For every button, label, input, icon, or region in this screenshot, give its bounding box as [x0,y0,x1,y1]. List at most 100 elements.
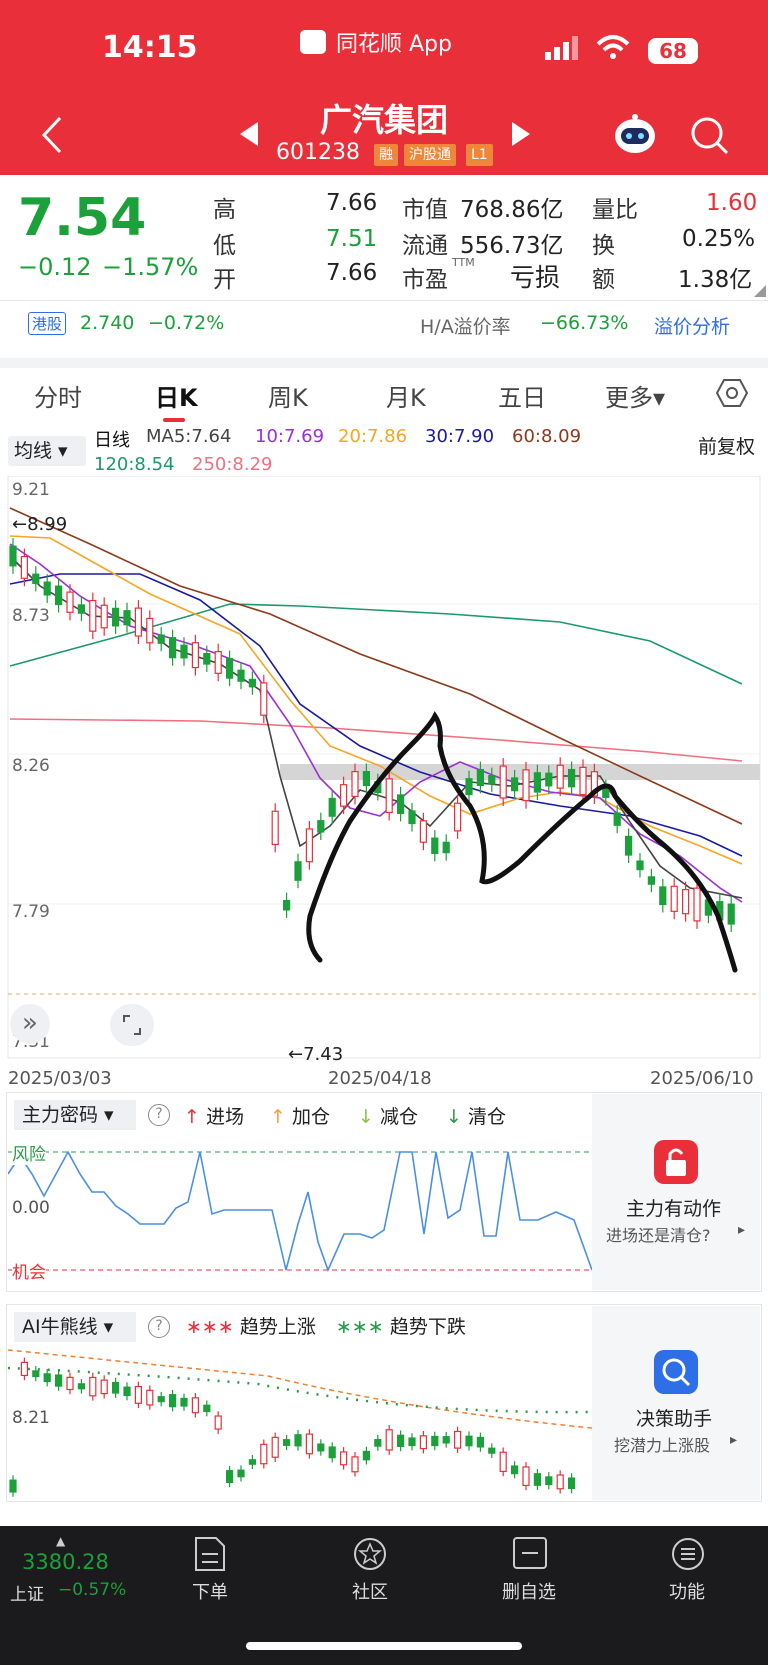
help-icon[interactable]: ? [148,1316,170,1338]
nav-functions[interactable]: 功能 [652,1578,722,1604]
candle-body [556,1474,564,1490]
signal-icon [545,36,579,64]
candle-body [476,1436,484,1448]
open-value: 7.66 [326,260,378,286]
candle-body [476,768,484,786]
candle-body [180,1397,188,1407]
amount-label: 额 [592,267,615,293]
tab-five-day[interactable]: 五日 [498,378,546,413]
tab-monthly-k[interactable]: 月K [386,378,426,413]
ma10-line [9,543,743,903]
arrow-up-icon: ↑ [270,1106,286,1128]
candle-body [431,837,439,854]
nav-remove-watchlist[interactable]: 删自选 [494,1578,564,1604]
chevron-right-icon: ▸ [738,1222,746,1238]
expand-corner-icon[interactable] [754,282,766,301]
tab-daily-k[interactable]: 日K [155,378,198,413]
nav-community[interactable]: 社区 [335,1578,405,1604]
legend-reduce: ↓ 减仓 [358,1102,418,1129]
community-icon[interactable] [352,1536,388,1576]
fullscreen-icon[interactable] [110,1004,154,1046]
main-force-card[interactable] [592,1094,760,1290]
candle-body [397,1434,405,1447]
candle-body [43,581,51,596]
candle-body [214,651,222,674]
candle-body [271,810,279,846]
candle-body [66,1376,74,1391]
candle-body [237,669,245,682]
indicator1-selector[interactable]: 主力密码 ▾ [14,1100,136,1130]
candle-body [522,1466,530,1487]
date-start: 2025/03/03 [8,1068,112,1089]
turnover-label: 换 [592,233,615,259]
candle-body [20,1361,28,1377]
premium-value: −66.73% [540,312,629,334]
candle-body [545,772,553,787]
tab-more[interactable]: 更多▾ [605,378,665,413]
candle-body [647,876,656,885]
zero-label: 0.00 [12,1198,50,1218]
index-pct: −0.57% [58,1580,127,1600]
candle-body [77,1383,86,1390]
index-value[interactable]: 3380.28 [22,1550,109,1574]
candle-body [214,1415,222,1430]
candle-body [511,777,519,792]
chevron-right-icon: ▸ [730,1432,738,1448]
price-adjust-label[interactable]: 前复权 [698,432,755,459]
candle-body [567,768,576,788]
candle-body [385,1429,393,1451]
tab-weekly-k[interactable]: 周K [268,378,308,413]
help-icon[interactable]: ? [148,1104,170,1126]
hk-tag: 港股 [28,312,67,335]
candle-body [328,1446,336,1459]
legend-clear-label: 清仓 [467,1106,506,1128]
candle-body [362,771,370,787]
candle-body [157,1396,165,1403]
decision-assistant-card[interactable] [592,1306,760,1500]
decision-card-title: 决策助手 [636,1408,713,1430]
legend-add-label: 加仓 [291,1106,330,1128]
low-label: 低 [213,233,236,259]
robot-assistant-icon[interactable] [612,112,658,160]
candle-body [545,1476,553,1486]
decision-card-sub: 挖潜力上涨股 [614,1436,711,1455]
candle-body [362,1450,370,1461]
candle-body [624,835,633,856]
next-stock-icon[interactable] [510,122,530,150]
search-icon[interactable] [690,116,730,160]
remove-watchlist-icon[interactable] [512,1536,548,1574]
candle-body [32,573,40,585]
candle-body [533,1473,542,1486]
kline-high-mark: ←8.99 [12,514,68,535]
candle-body [191,642,199,669]
ma60-value: 60:8.09 [512,426,582,447]
candle-body [248,1459,256,1465]
candle-body [305,828,313,863]
candle-body [89,599,97,632]
candle-body [522,769,530,802]
ma-selector[interactable]: 均线 ▾ [8,436,86,466]
amount-value: 1.38亿 [678,267,753,293]
candle-body [488,1447,496,1454]
premium-analysis-link[interactable]: 溢价分析 [654,312,730,339]
candle-body [385,778,393,814]
wifi-icon [596,34,630,64]
expand-chevrons-icon[interactable]: » [10,1004,50,1044]
ma10-value: 10:7.69 [255,426,325,447]
nav-order[interactable]: 下单 [175,1578,245,1604]
ma5-line [9,555,743,899]
main-force-card-sub: 进场还是清仓? [606,1226,711,1245]
menu-icon[interactable] [670,1536,706,1576]
float-label: 流通 [402,233,448,259]
tab-intraday[interactable]: 分时 [34,378,82,413]
ma-line-label: 日线 [94,430,130,451]
ma5-value: MA5:7.64 [146,426,232,447]
legend-reduce-label: 减仓 [379,1106,418,1128]
candle-body [442,841,450,854]
header-bar: 14:15 同花顺 App 68 广汽集团 601238 融 沪股通 L1 [0,0,768,175]
settings-hex-icon[interactable] [715,378,749,412]
indicator2-selector[interactable]: AI牛熊线 ▾ [14,1312,136,1342]
kline-chart[interactable] [0,476,768,1062]
order-icon[interactable] [194,1536,226,1576]
candle-body [203,653,211,665]
